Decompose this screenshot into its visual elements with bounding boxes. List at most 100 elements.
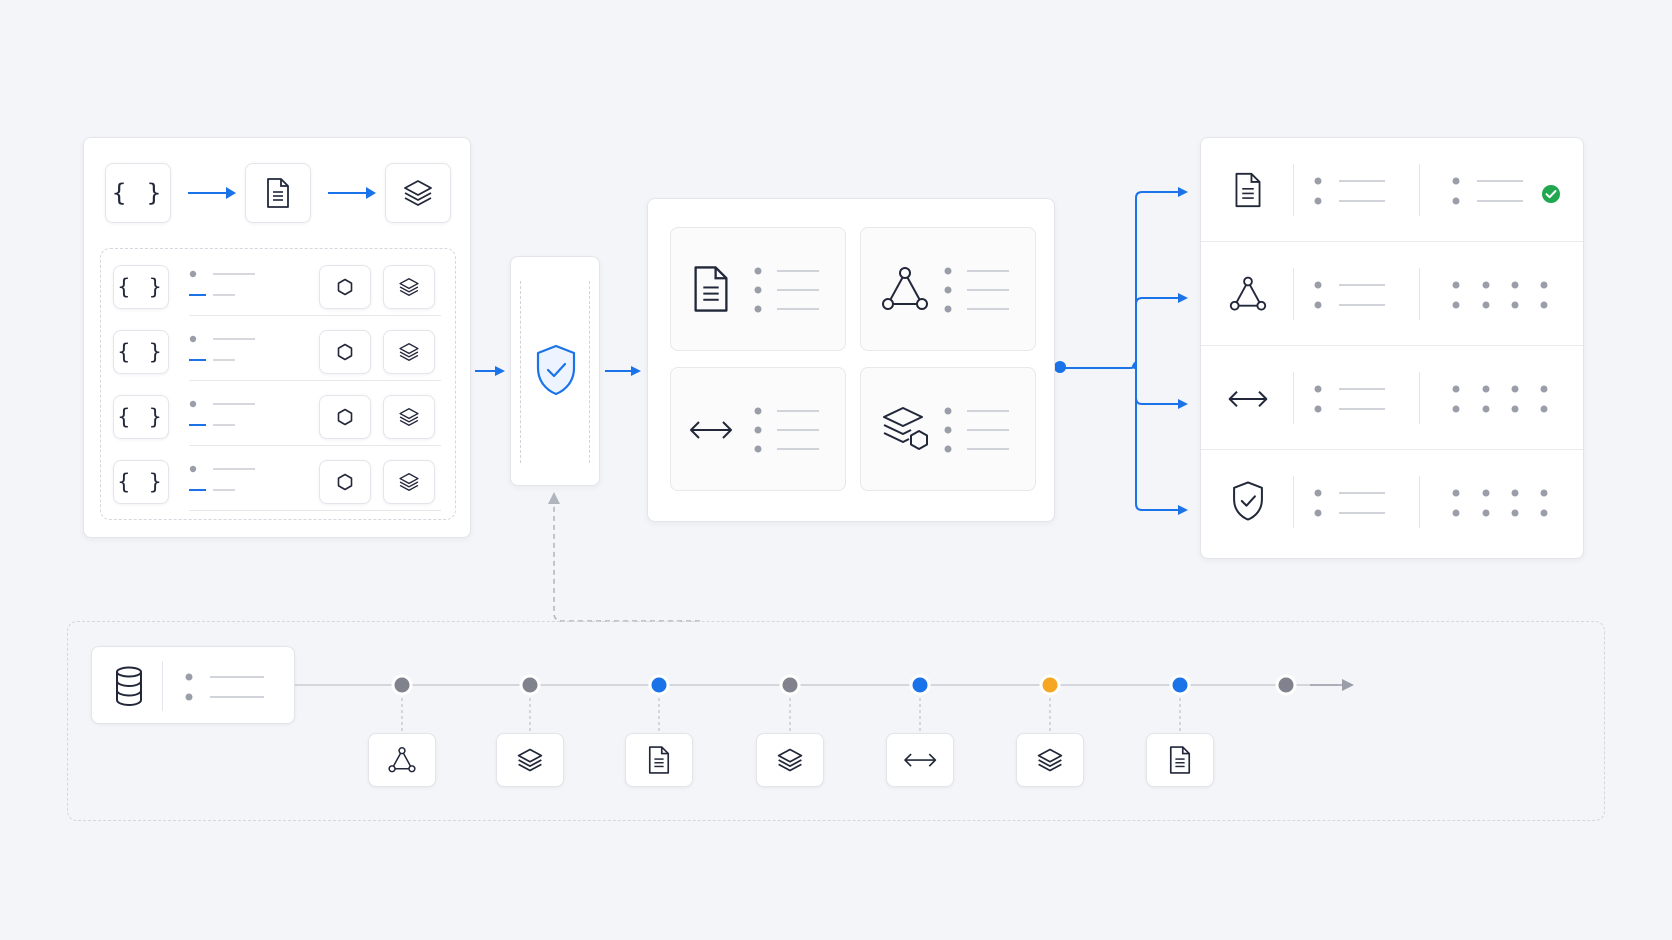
layers-tile[interactable] — [383, 265, 435, 309]
row-underline — [189, 510, 441, 511]
document-tile[interactable] — [245, 163, 311, 223]
hexagon-tile[interactable] — [319, 460, 371, 504]
layers-tile[interactable] — [383, 330, 435, 374]
graph-triangle-icon — [1229, 276, 1267, 311]
layers-tile[interactable] — [383, 460, 435, 504]
timeline-step-tile[interactable] — [886, 733, 954, 787]
gate-dashed-right — [589, 281, 590, 463]
timeline-step-tile[interactable] — [368, 733, 436, 787]
graph-triangle-icon — [882, 267, 928, 310]
flow-arrow-2 — [328, 187, 376, 199]
list-placeholder — [1452, 177, 1523, 205]
row-underline — [189, 315, 441, 316]
layers-tile[interactable] — [385, 163, 451, 223]
document-icon — [1168, 745, 1192, 775]
code-braces-icon: { } — [111, 179, 165, 207]
validation-gate[interactable] — [510, 256, 600, 486]
row-placeholder-lines — [189, 400, 255, 426]
processing-card-layers-hex[interactable] — [860, 367, 1036, 491]
timeline-step-tile[interactable] — [625, 733, 693, 787]
code-braces-tile[interactable]: { } — [113, 265, 169, 309]
row-divider — [1293, 164, 1294, 216]
ingest-rows-container: { } { } { } {} — [100, 248, 456, 520]
output-row-document[interactable] — [1201, 138, 1583, 242]
gate-dashed-left — [520, 281, 521, 463]
graph-triangle-icon — [388, 746, 416, 774]
hexagon-icon — [335, 472, 355, 492]
layers-icon — [1036, 746, 1064, 774]
shield-check-icon — [536, 344, 576, 396]
tile-divider — [162, 661, 163, 711]
layers-icon — [398, 406, 420, 428]
timeline-container — [67, 621, 1605, 821]
ingest-row[interactable]: { } — [101, 261, 455, 319]
arrows-horizontal-icon — [690, 421, 732, 439]
row-divider — [1419, 372, 1420, 424]
row-divider — [1293, 476, 1294, 528]
ingest-row[interactable]: { } — [101, 391, 455, 449]
timeline-step-tile[interactable] — [1016, 733, 1084, 787]
output-panel — [1200, 137, 1584, 559]
row-placeholder-lines — [189, 465, 255, 491]
layers-tile[interactable] — [383, 395, 435, 439]
hexagon-tile[interactable] — [319, 265, 371, 309]
arrows-horizontal-icon — [1228, 390, 1268, 408]
database-source-tile[interactable] — [91, 646, 295, 724]
document-icon — [647, 745, 671, 775]
list-placeholder — [185, 673, 264, 701]
hexagon-tile[interactable] — [319, 330, 371, 374]
ingest-row[interactable]: { } — [101, 456, 455, 514]
fanout-origin-dot — [1054, 361, 1066, 373]
hexagon-icon — [335, 407, 355, 427]
list-placeholder — [754, 407, 819, 453]
hexagon-tile[interactable] — [319, 395, 371, 439]
list-placeholder — [944, 407, 1009, 453]
hexagon-icon — [335, 342, 355, 362]
timeline-step-tile[interactable] — [756, 733, 824, 787]
output-row-security[interactable] — [1201, 450, 1583, 554]
code-braces-tile[interactable]: { } — [113, 330, 169, 374]
code-braces-icon: { } — [117, 469, 165, 494]
processing-card-transform[interactable] — [670, 367, 846, 491]
code-braces-tile[interactable]: { } — [113, 395, 169, 439]
dot-grid — [1452, 489, 1548, 517]
row-underline — [189, 380, 441, 381]
list-placeholder — [1314, 489, 1385, 517]
code-braces-icon: { } — [117, 404, 165, 429]
layers-icon — [516, 746, 544, 774]
list-placeholder — [1314, 385, 1385, 413]
document-icon — [694, 266, 728, 312]
timeline-step-tile[interactable] — [496, 733, 564, 787]
layers-icon — [404, 180, 432, 206]
layers-icon — [398, 471, 420, 493]
row-placeholder-lines — [189, 335, 255, 361]
hexagon-icon — [335, 277, 355, 297]
code-braces-icon: { } — [117, 339, 165, 364]
row-divider — [1293, 268, 1294, 320]
layers-icon — [398, 341, 420, 363]
list-placeholder — [754, 267, 819, 313]
row-divider — [1419, 268, 1420, 320]
processing-card-graph[interactable] — [860, 227, 1036, 351]
list-placeholder — [1314, 177, 1385, 205]
processing-card-document[interactable] — [670, 227, 846, 351]
database-icon — [116, 666, 142, 706]
output-row-transform[interactable] — [1201, 346, 1583, 450]
row-underline — [189, 445, 441, 446]
row-divider — [1419, 476, 1420, 528]
layers-hexagon-icon — [883, 407, 928, 450]
flow-arrow-1 — [188, 187, 236, 199]
code-braces-tile[interactable]: { } — [113, 460, 169, 504]
list-placeholder — [944, 267, 1009, 313]
ingest-row[interactable]: { } — [101, 326, 455, 384]
timeline-step-tile[interactable] — [1146, 733, 1214, 787]
layers-icon — [776, 746, 804, 774]
document-icon — [267, 178, 289, 208]
code-braces-icon: { } — [117, 274, 165, 299]
output-row-graph[interactable] — [1201, 242, 1583, 346]
ingest-panel: { } { } { } {} {} — [83, 137, 471, 538]
code-braces-tile[interactable]: { } — [105, 163, 171, 223]
row-placeholder-lines — [189, 270, 255, 296]
fanout-connector — [1060, 187, 1188, 515]
success-check-icon — [1542, 185, 1560, 203]
